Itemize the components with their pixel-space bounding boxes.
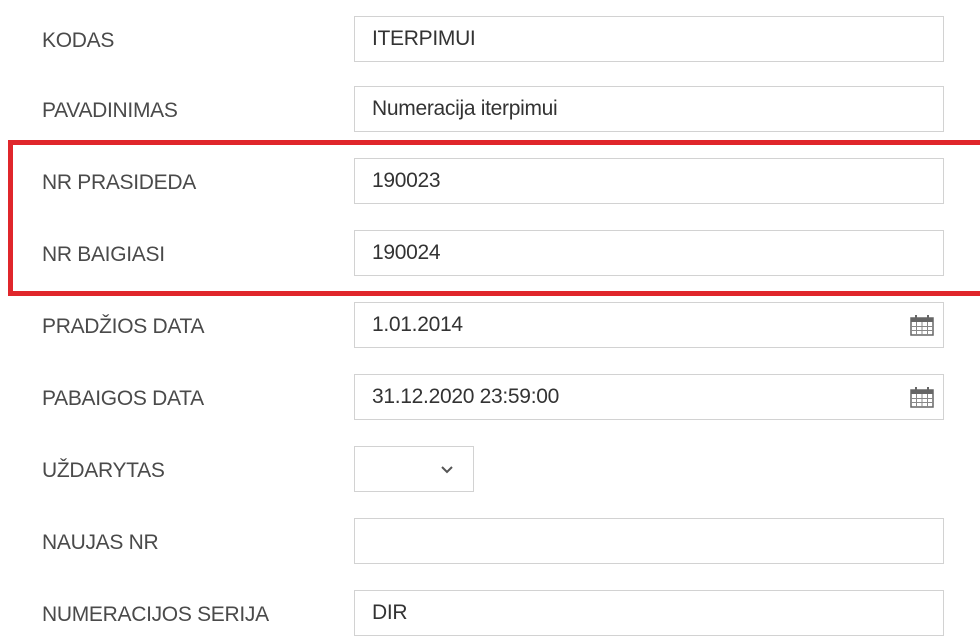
- naujas-nr-input[interactable]: [354, 518, 944, 564]
- uzdarytas-label: UŽDARYTAS: [42, 459, 165, 482]
- form-row-uzdarytas: UŽDARYTAS: [0, 446, 980, 496]
- pavadinimas-input[interactable]: Numeracija iterpimui: [354, 86, 944, 132]
- pradzios-data-value: 1.01.2014: [372, 313, 463, 336]
- numeracijos-serija-value: DIR: [372, 601, 408, 624]
- pavadinimas-value: Numeracija iterpimui: [372, 97, 558, 120]
- form-row-kodas: KODAS ITERPIMUI: [0, 16, 980, 66]
- pabaigos-data-label: PABAIGOS DATA: [42, 387, 204, 410]
- pabaigos-data-value: 31.12.2020 23:59:00: [372, 385, 559, 408]
- form-row-pavadinimas: PAVADINIMAS Numeracija iterpimui: [0, 86, 980, 136]
- kodas-label: KODAS: [42, 29, 115, 52]
- kodas-value: ITERPIMUI: [372, 27, 476, 50]
- pavadinimas-label: PAVADINIMAS: [42, 99, 178, 122]
- form-row-pradzios-data: PRADŽIOS DATA 1.01.2014: [0, 302, 980, 352]
- pradzios-data-input[interactable]: 1.01.2014: [354, 302, 944, 348]
- form-row-numeracijos-serija: NUMERACIJOS SERIJA DIR: [0, 590, 980, 640]
- highlight-box: [8, 140, 980, 296]
- pradzios-data-label: PRADŽIOS DATA: [42, 315, 205, 338]
- uzdarytas-select[interactable]: [354, 446, 474, 492]
- pabaigos-data-input[interactable]: 31.12.2020 23:59:00: [354, 374, 944, 420]
- calendar-icon[interactable]: [909, 386, 935, 408]
- kodas-input[interactable]: ITERPIMUI: [354, 16, 944, 62]
- form-row-naujas-nr: NAUJAS NR: [0, 518, 980, 568]
- naujas-nr-label: NAUJAS NR: [42, 531, 159, 554]
- form-row-pabaigos-data: PABAIGOS DATA 31.12.2020 23:59:00: [0, 374, 980, 424]
- numeracijos-serija-label: NUMERACIJOS SERIJA: [42, 603, 269, 626]
- numeracijos-serija-input[interactable]: DIR: [354, 590, 944, 636]
- chevron-down-icon: [441, 466, 453, 474]
- calendar-icon[interactable]: [909, 314, 935, 336]
